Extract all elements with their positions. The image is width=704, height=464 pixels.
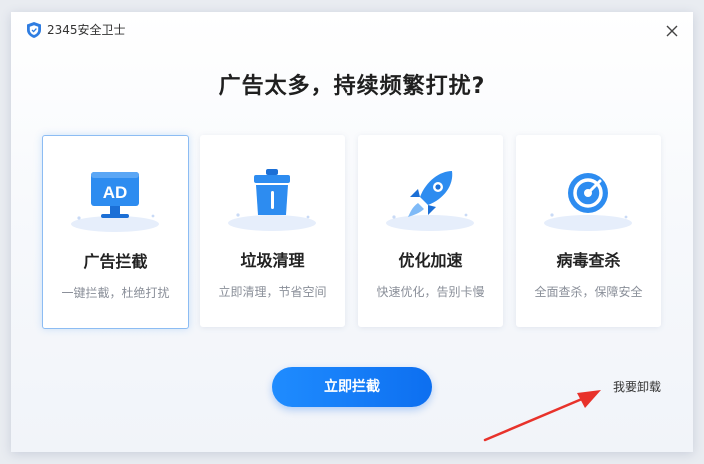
red-arrow-annotation	[483, 390, 601, 442]
feature-card-ad-block[interactable]: AD 广告拦截 一键拦截，杜绝打扰	[42, 135, 189, 329]
feature-desc: 快速优化，告别卡慢	[376, 285, 485, 299]
rocket-icon	[386, 171, 474, 231]
svg-text:AD: AD	[103, 183, 128, 202]
close-button[interactable]	[659, 18, 685, 44]
radar-scan-icon	[544, 173, 632, 231]
ad-monitor-icon: AD	[71, 172, 159, 232]
title-bar: 2345安全卫士	[11, 12, 693, 48]
feature-label: 广告拦截	[83, 252, 148, 271]
feature-label: 垃圾清理	[240, 251, 305, 270]
uninstall-link[interactable]: 我要卸载	[613, 379, 661, 395]
feature-card-virus-scan[interactable]: 病毒查杀 全面查杀，保障安全	[516, 135, 661, 327]
app-title: 2345安全卫士	[47, 23, 126, 37]
trash-bin-icon	[228, 169, 316, 231]
feature-card-speed-up[interactable]: 优化加速 快速优化，告别卡慢	[358, 135, 503, 327]
feature-desc: 立即清理，节省空间	[218, 285, 327, 299]
feature-desc: 全面查杀，保障安全	[534, 285, 643, 299]
block-now-button[interactable]: 立即拦截	[272, 367, 432, 407]
feature-card-junk-clean[interactable]: 垃圾清理 立即清理，节省空间	[200, 135, 345, 327]
close-icon	[666, 25, 678, 37]
shield-logo-icon	[27, 22, 41, 38]
headline: 广告太多，持续频繁打扰?	[218, 74, 486, 99]
feature-label: 病毒查杀	[556, 251, 621, 270]
uninstall-dialog: 2345安全卫士 广告太多，持续频繁打扰? AD 广告拦截 一键拦截，杜绝打扰	[11, 12, 693, 452]
feature-label: 优化加速	[398, 251, 463, 270]
feature-desc: 一键拦截，杜绝打扰	[61, 286, 170, 300]
